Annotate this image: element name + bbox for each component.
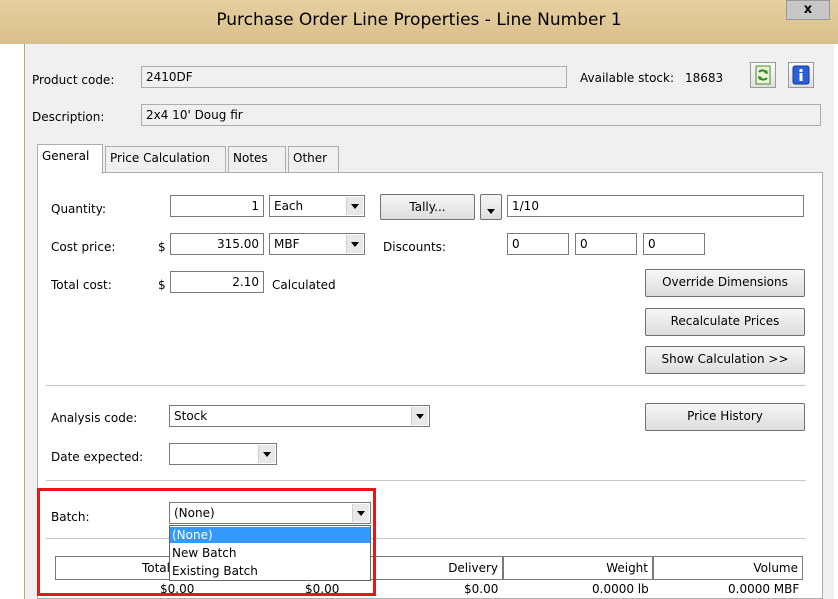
section-divider: [46, 480, 806, 481]
tab-other[interactable]: Other: [288, 146, 339, 172]
date-expected-picker[interactable]: [169, 443, 277, 465]
price-history-button[interactable]: Price History: [645, 403, 805, 431]
delivery-cell: $0.00: [464, 582, 499, 596]
quantity-label: Quantity:: [51, 202, 107, 216]
chevron-down-icon[interactable]: [258, 445, 275, 463]
cost-price-unit-select[interactable]: MBF: [269, 233, 365, 255]
weight-cell: 0.0000 lb: [592, 582, 649, 596]
analysis-code-label: Analysis code:: [51, 411, 138, 425]
analysis-code-value: Stock: [174, 409, 208, 423]
available-stock-value: 18683: [685, 71, 724, 85]
recalculate-prices-button[interactable]: Recalculate Prices: [645, 308, 805, 336]
total-cost-label: Total cost:: [51, 278, 112, 292]
product-code-field[interactable]: 2410DF: [141, 66, 567, 88]
column-header-volume: Volume: [653, 556, 803, 580]
available-stock-label: Available stock:: [580, 71, 675, 85]
volume-cell: 0.0000 MBF: [728, 582, 800, 596]
product-code-label: Product code:: [32, 73, 115, 87]
description-field[interactable]: 2x4 10' Doug fir: [141, 104, 821, 126]
tab-notes[interactable]: Notes: [228, 146, 286, 172]
quantity-input[interactable]: 1: [170, 195, 264, 217]
cost-price-unit-value: MBF: [274, 237, 300, 251]
chevron-down-icon[interactable]: [411, 407, 428, 425]
close-button[interactable]: x: [786, 0, 830, 20]
tab-price-calculation[interactable]: Price Calculation: [105, 146, 226, 172]
column-header-weight: Weight: [503, 556, 653, 580]
refresh-button[interactable]: [750, 62, 776, 88]
cost-price-input[interactable]: 315.00: [170, 233, 264, 255]
total-cost-input[interactable]: 2.10: [170, 271, 264, 293]
total-cost-currency: $: [158, 278, 166, 292]
override-dimensions-button[interactable]: Override Dimensions: [645, 269, 805, 297]
tally-dropdown-button[interactable]: [480, 194, 502, 220]
quantity-unit-select[interactable]: Each: [269, 195, 365, 217]
cost-price-currency: $: [158, 240, 166, 254]
tally-value-field[interactable]: 1/10: [507, 195, 804, 217]
tally-button[interactable]: Tally...: [380, 194, 475, 220]
chevron-down-icon[interactable]: [346, 235, 363, 253]
discount-1-input[interactable]: 0: [507, 233, 569, 255]
refresh-icon: [755, 65, 771, 85]
info-button[interactable]: [788, 62, 814, 88]
highlight-box: [37, 488, 376, 596]
chevron-down-icon: [487, 209, 495, 214]
calculated-label: Calculated: [272, 278, 336, 292]
analysis-code-select[interactable]: Stock: [169, 405, 430, 427]
date-expected-label: Date expected:: [51, 450, 144, 464]
tab-general[interactable]: General: [37, 144, 103, 174]
description-label: Description:: [32, 110, 105, 124]
section-divider: [46, 385, 806, 386]
discount-2-input[interactable]: 0: [575, 233, 637, 255]
window-title: Purchase Order Line Properties - Line Nu…: [216, 10, 622, 30]
discounts-label: Discounts:: [383, 240, 446, 254]
discount-3-input[interactable]: 0: [643, 233, 705, 255]
quantity-unit-value: Each: [274, 199, 304, 213]
info-icon: [792, 65, 810, 85]
cost-price-label: Cost price:: [51, 240, 116, 254]
show-calculation-button[interactable]: Show Calculation >>: [645, 346, 805, 374]
chevron-down-icon[interactable]: [346, 197, 363, 215]
